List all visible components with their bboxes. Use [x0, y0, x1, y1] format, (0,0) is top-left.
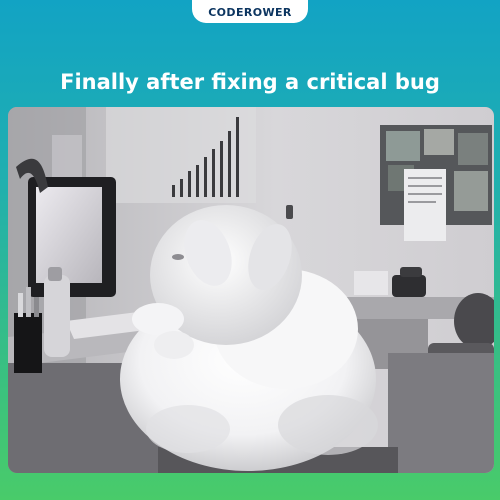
office-bunny-scene	[8, 107, 494, 473]
pen-holder	[14, 287, 42, 373]
bar-chart-poster	[106, 107, 256, 203]
brand-logo-tab: CODEROWER	[192, 0, 308, 23]
meme-photo	[8, 107, 494, 473]
paper-tray	[354, 271, 388, 295]
brand-logo: CODEROWER	[208, 5, 292, 19]
meme-caption: Finally after fixing a critical bug	[60, 70, 440, 94]
corkboard	[380, 125, 492, 241]
wall-socket	[286, 205, 293, 219]
cubicle-wall-right	[388, 353, 494, 473]
meme-post: CODEROWER Finally after fixing a critica…	[0, 0, 500, 500]
spray-bottle	[44, 267, 70, 357]
